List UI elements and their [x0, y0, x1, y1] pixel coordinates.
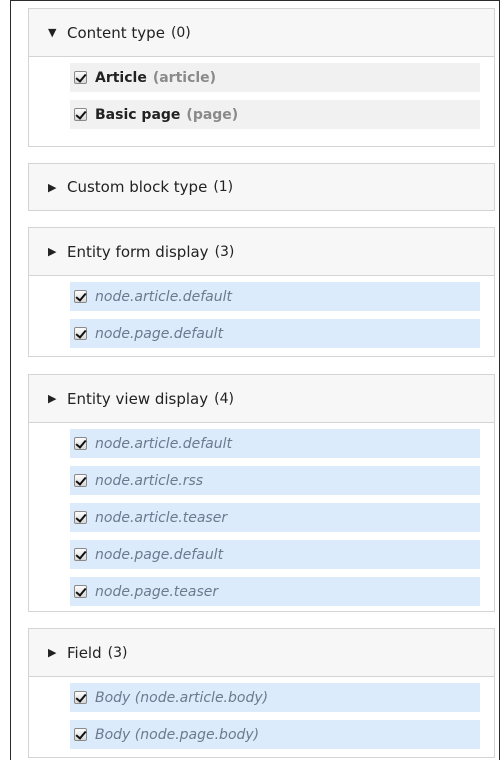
section-title: Content type	[67, 23, 165, 42]
section-count: (1)	[213, 179, 234, 195]
section-field: ▶ Field (3) Body (node.article.body) Bod…	[28, 628, 495, 758]
checkbox-checked-icon[interactable]	[74, 728, 87, 741]
section-content-type: ▼ Content type (0) Article (article) Bas…	[28, 8, 495, 147]
section-entity-view-display: ▶ Entity view display (4) node.article.d…	[28, 374, 495, 612]
item-label: node.page.default	[95, 325, 224, 342]
item-list: node.article.default node.page.default	[29, 276, 494, 354]
triangle-right-icon: ▶	[48, 245, 57, 258]
list-item: node.article.rss	[70, 466, 480, 495]
checkbox-checked-icon[interactable]	[74, 108, 87, 121]
section-header-custom-block-type[interactable]: ▶ Custom block type (1)	[29, 164, 494, 210]
item-machine-name: (page)	[186, 106, 239, 123]
item-name: Basic page	[95, 106, 181, 123]
item-machine-name: (article)	[152, 69, 217, 86]
item-label: Body (node.page.body)	[95, 726, 260, 743]
checkbox-checked-icon[interactable]	[74, 585, 87, 598]
triangle-right-icon: ▶	[48, 646, 57, 659]
list-item: node.article.default	[70, 429, 480, 458]
section-count: (4)	[214, 390, 234, 407]
section-header-content-type[interactable]: ▼ Content type (0)	[29, 9, 494, 57]
checkbox-checked-icon[interactable]	[74, 691, 87, 704]
section-title: Entity form display	[67, 242, 209, 261]
list-item: node.page.default	[70, 540, 480, 569]
section-title: Custom block type	[67, 178, 208, 196]
item-label: node.page.teaser	[95, 583, 219, 600]
item-label: node.page.default	[95, 546, 224, 563]
item-list: Body (node.article.body) Body (node.page…	[29, 677, 494, 755]
list-item: Article (article)	[70, 63, 480, 92]
list-item: node.page.default	[70, 319, 480, 348]
section-count: (3)	[107, 644, 128, 661]
checkbox-checked-icon[interactable]	[74, 474, 87, 487]
section-header-field[interactable]: ▶ Field (3)	[29, 629, 494, 677]
item-label: node.article.default	[95, 435, 233, 452]
section-entity-form-display: ▶ Entity form display (3) node.article.d…	[28, 227, 495, 357]
section-title: Field	[67, 643, 102, 662]
section-count: (0)	[170, 24, 191, 41]
checkbox-checked-icon[interactable]	[74, 327, 87, 340]
section-count: (3)	[214, 243, 235, 260]
list-item: node.page.teaser	[70, 577, 480, 606]
list-item: Body (node.article.body)	[70, 683, 480, 712]
triangle-right-icon: ▶	[48, 180, 57, 194]
section-header-entity-view-display[interactable]: ▶ Entity view display (4)	[29, 375, 494, 423]
section-custom-block-type: ▶ Custom block type (1)	[28, 163, 495, 211]
list-item: node.article.default	[70, 282, 480, 311]
checkbox-checked-icon[interactable]	[74, 290, 87, 303]
item-label: node.article.rss	[95, 472, 204, 489]
checkbox-checked-icon[interactable]	[74, 511, 87, 524]
item-name: Article	[95, 69, 147, 86]
checkbox-checked-icon[interactable]	[74, 437, 87, 450]
section-header-entity-form-display[interactable]: ▶ Entity form display (3)	[29, 228, 494, 276]
item-label: Body (node.article.body)	[95, 689, 269, 706]
list-item: node.article.teaser	[70, 503, 480, 532]
checkbox-checked-icon[interactable]	[74, 71, 87, 84]
checkbox-checked-icon[interactable]	[74, 548, 87, 561]
list-item: Body (node.page.body)	[70, 720, 480, 749]
list-item: Basic page (page)	[70, 100, 480, 129]
triangle-down-icon: ▼	[48, 26, 57, 39]
item-label: node.article.teaser	[95, 509, 228, 526]
item-list: Article (article) Basic page (page)	[29, 57, 494, 135]
item-label: node.article.default	[95, 288, 233, 305]
item-list: node.article.default node.article.rss no…	[29, 423, 494, 612]
section-title: Entity view display	[67, 389, 209, 408]
triangle-right-icon: ▶	[48, 392, 57, 405]
